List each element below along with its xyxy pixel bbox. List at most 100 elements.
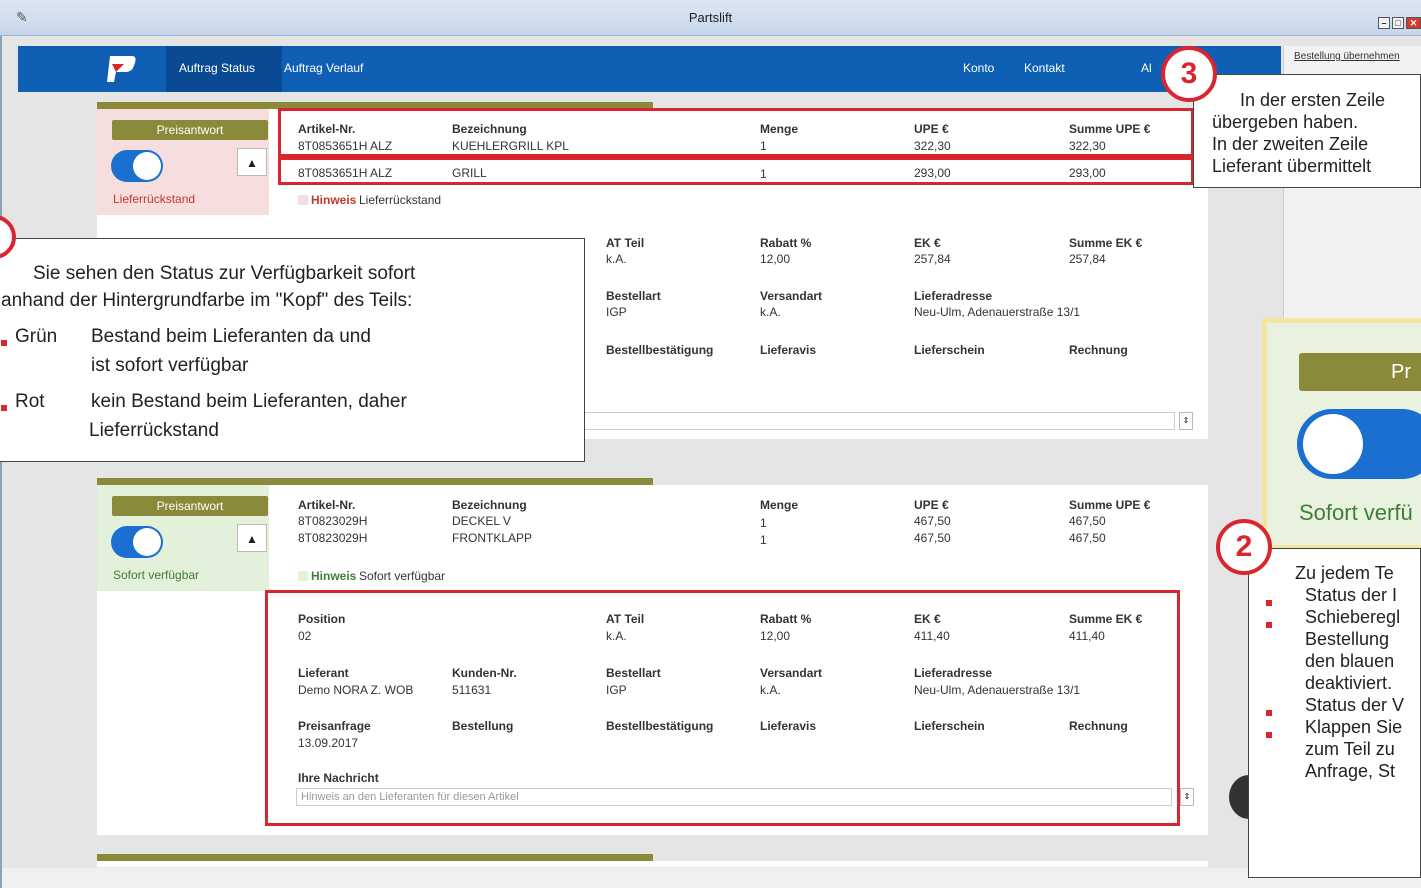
card1-adresse-label: Lieferadresse <box>914 289 993 303</box>
card2-col-sum: Summe UPE € <box>1069 498 1151 512</box>
card1-price-answer-button[interactable]: Preisantwort <box>112 120 268 140</box>
card2-bestellart-label: Bestellart <box>606 666 661 680</box>
card1-bb-label: Bestellbestätigung <box>606 343 714 357</box>
card1-rows-highlight <box>278 108 1194 157</box>
card1-lieferschein-label: Lieferschein <box>914 343 985 357</box>
card1-lieferavis-label: Lieferavis <box>760 343 817 357</box>
card2-kundennr-label: Kunden-Nr. <box>452 666 517 680</box>
card1-bestellart-value: IGP <box>606 305 627 319</box>
card1-ek-label: EK € <box>914 236 941 250</box>
card2-toggle[interactable] <box>111 526 163 558</box>
card2-r1-desc: DECKEL V <box>452 514 511 528</box>
callout1-bullet-green <box>1 331 15 354</box>
card2-sumek-label: Summe EK € <box>1069 612 1143 626</box>
callout2-item2: Schieberegl <box>1305 607 1401 627</box>
card2-lieferavis-label: Lieferavis <box>760 719 817 733</box>
bullet-icon <box>1266 710 1272 717</box>
card1-spinner[interactable]: ⇕ <box>1179 412 1193 430</box>
card1-rabatt-value: 12,00 <box>760 252 791 266</box>
side-toggle[interactable] <box>1297 409 1421 479</box>
nav-auftrag-verlauf[interactable]: Auftrag Verlauf <box>284 61 363 75</box>
card2-preisanfrage-value: 13.09.2017 <box>298 736 359 750</box>
card2-position-value: 02 <box>298 629 312 643</box>
callout2-item1: Status der I <box>1305 585 1398 605</box>
callout1-red-text2: Lieferrückstand <box>89 420 219 441</box>
callout2-bullet2 <box>1266 613 1280 635</box>
card2-position-label: Position <box>298 612 346 626</box>
bullet-icon <box>1266 600 1272 607</box>
card2-price-answer-button[interactable]: Preisantwort <box>112 496 268 516</box>
callout1-red-label: Rot <box>15 391 45 412</box>
side-zoom-card: Pr Sofort verfü <box>1262 318 1421 550</box>
close-button[interactable]: ✕ <box>1406 17 1421 29</box>
window-title: Partslift <box>688 10 733 25</box>
card2-r2-sum: 467,50 <box>1069 531 1106 545</box>
card2-preisanfrage-label: Preisanfrage <box>298 719 371 733</box>
card1-rabatt-label: Rabatt % <box>760 236 812 250</box>
callout1-green-text2: ist sofort verfügbar <box>91 355 249 376</box>
card2-collapse-chevron-icon[interactable]: ▲ <box>237 524 267 552</box>
callout1-line1: Sie sehen den Status zur Verfügbarkeit s… <box>33 263 416 284</box>
callout3-line4: Lieferant übermittelt <box>1212 156 1372 176</box>
card2-hint-square-icon <box>298 571 308 581</box>
window-titlebar: ✎ Partslift – □ ✕ <box>0 0 1421 36</box>
maximize-button[interactable]: □ <box>1392 17 1404 29</box>
card2-lieferschein-label: Lieferschein <box>914 719 985 733</box>
card3 <box>97 861 1208 867</box>
card2-kundennr-value: 511631 <box>452 683 492 697</box>
callout2-bullet1 <box>1266 591 1280 613</box>
nav-kontakt[interactable]: Kontakt <box>1024 61 1065 75</box>
card2-ek-label: EK € <box>914 612 941 626</box>
callout1-green-text1: Bestand beim Lieferanten da und <box>91 326 371 347</box>
card1-collapse-chevron-icon[interactable]: ▲ <box>237 148 267 176</box>
callout3-line3: In der zweiten Zeile <box>1212 134 1369 154</box>
callout2-item2d: deaktiviert. <box>1305 673 1393 693</box>
card2-versandart-value: k.A. <box>760 683 781 697</box>
callout3-line1: In der ersten Zeile <box>1240 90 1386 110</box>
nav-konto[interactable]: Konto <box>963 61 994 75</box>
nav-abmelden[interactable]: Al <box>1141 61 1152 75</box>
callout3-number: 3 <box>1161 46 1217 102</box>
callout2-item4b: zum Teil zu <box>1305 739 1395 759</box>
callout2-number: 2 <box>1216 519 1272 575</box>
callout2-bullet4 <box>1266 723 1280 745</box>
card2-head: Preisantwort ▲ Sofort verfügbar <box>97 485 269 591</box>
card2-lieferant-value: Demo NORA Z. WOB <box>298 683 414 697</box>
card2-lieferant-label: Lieferant <box>298 666 349 680</box>
callout2-bullet3 <box>1266 701 1280 723</box>
card1-adresse-value: Neu-Ulm, Adenauerstraße 13/1 <box>914 305 1081 319</box>
card2-spinner[interactable]: ⇕ <box>1180 788 1194 806</box>
callout2-item2c: den blauen <box>1305 651 1395 671</box>
card2-rabatt-label: Rabatt % <box>760 612 812 626</box>
nav-auftrag-status[interactable]: Auftrag Status <box>179 61 255 75</box>
callout1-line2: anhand der Hintergrundfarbe im "Kopf" de… <box>1 290 413 311</box>
callout-status-colors: Sie sehen den Status zur Verfügbarkeit s… <box>0 238 585 462</box>
card1-hint-square-icon <box>298 195 308 205</box>
card1-sumek-value: 257,84 <box>1069 252 1106 266</box>
card1-hint-label: Hinweis <box>311 193 357 207</box>
card2-adresse-value: Neu-Ulm, Adenauerstraße 13/1 <box>914 683 1081 697</box>
side-availability: Sofort verfü <box>1299 500 1413 525</box>
card1-hint-text: Lieferrückstand <box>359 193 442 207</box>
card2-ek-value: 411,40 <box>914 629 950 643</box>
callout1-red-text1: kein Bestand beim Lieferanten, daher <box>91 391 407 412</box>
card2-adresse-label: Lieferadresse <box>914 666 993 680</box>
accept-order-button[interactable]: Bestellung übernehmen <box>1294 51 1400 62</box>
minimize-button[interactable]: – <box>1378 17 1390 29</box>
card3-topbar <box>97 854 653 861</box>
card1-rechnung-label: Rechnung <box>1069 343 1128 357</box>
card2-at-label: AT Teil <box>606 612 645 626</box>
card1-versandart-value: k.A. <box>760 305 781 319</box>
card2-status: Sofort verfügbar <box>113 568 200 582</box>
card1-status: Lieferrückstand <box>113 192 196 206</box>
callout1-bullet-red <box>1 396 15 419</box>
bullet-icon <box>1266 732 1272 739</box>
card2-message-input[interactable]: Hinweis an den Lieferanten für diesen Ar… <box>296 788 1172 806</box>
side-price-button[interactable]: Pr <box>1299 353 1421 391</box>
card2-r1-qty: 1 <box>760 516 767 530</box>
callout2-item4c: Anfrage, St <box>1305 761 1396 781</box>
top-navbar: Auftrag Status Auftrag Verlauf Konto Kon… <box>18 46 1281 92</box>
card2-sumek-value: 411,40 <box>1069 629 1105 643</box>
card1-toggle[interactable] <box>111 150 163 182</box>
card1-message-input[interactable] <box>560 412 1175 430</box>
